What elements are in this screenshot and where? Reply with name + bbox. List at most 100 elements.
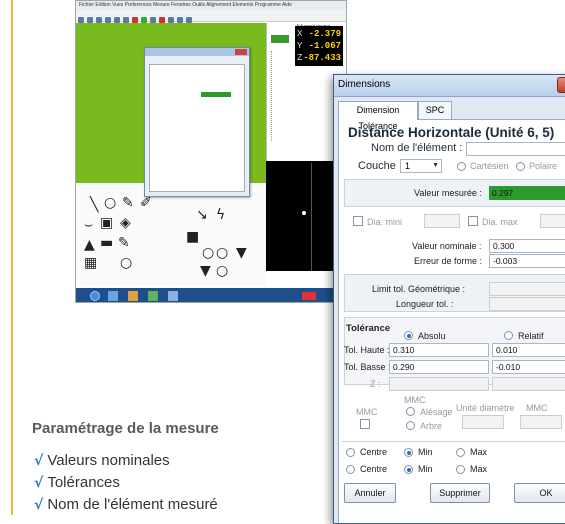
unit-diameter-label: Unité diamètre xyxy=(456,403,515,413)
pen-tool-icon[interactable]: ✎ xyxy=(122,195,134,211)
tol-high-rel-input[interactable]: 0.010 xyxy=(492,343,565,357)
tol-low-abs-input[interactable]: 0.290 xyxy=(389,360,489,374)
tolerance-label: Tolérance xyxy=(346,323,391,334)
z-abs-input[interactable] xyxy=(389,377,489,391)
relative-label: Relatif xyxy=(518,331,544,341)
polar-label: Polaire xyxy=(529,161,558,171)
absolute-radio[interactable] xyxy=(404,331,413,340)
z-rel-input[interactable] xyxy=(492,377,565,391)
mmc-col-label: MMC xyxy=(526,403,548,413)
caption-item: √ Tolérances xyxy=(34,474,120,491)
tol-low-rel-input[interactable]: -0.010 xyxy=(492,360,565,374)
tab-dimension-tolerance[interactable]: Dimension Tolérance xyxy=(338,101,418,131)
dimensions-dialog: Dimensions Dimension Tolérance SPC Dista… xyxy=(333,74,565,524)
cursor-tool-icon[interactable]: ↘ xyxy=(196,207,208,223)
length-tol-label: Longueur tol. : xyxy=(396,299,454,309)
min-radio-1[interactable] xyxy=(404,448,413,457)
arrow-tool-icon[interactable]: ▼ xyxy=(200,263,211,279)
cartesian-radio[interactable] xyxy=(457,162,466,171)
separator xyxy=(342,441,565,442)
tol-high-abs-input[interactable]: 0.310 xyxy=(389,343,489,357)
dia-min-input[interactable] xyxy=(424,214,460,228)
bore-radio[interactable] xyxy=(406,407,415,416)
accent-line xyxy=(11,0,13,515)
tol-high-label: Tol. Haute : xyxy=(344,345,390,355)
mmc-label: MMC xyxy=(356,407,378,417)
app-toolbar[interactable] xyxy=(76,10,346,23)
check-icon: √ xyxy=(34,453,44,469)
edit-tool-icon[interactable]: ✎ xyxy=(118,235,130,251)
shape-tool-icon[interactable]: ◈ xyxy=(120,215,131,231)
centre-label-2: Centre xyxy=(360,464,388,474)
brush-tool-icon[interactable]: ✐ xyxy=(140,195,152,211)
cartesian-label: Cartésien xyxy=(470,161,509,171)
tol-low-label: Tol. Basse : xyxy=(344,362,391,372)
dialog-titlebar[interactable]: Dimensions xyxy=(334,75,565,97)
tool-palette[interactable]: ╲ ○ ✎ ✐ ⌣ ▣ ◈ ▲ ▬ ✎ ▦ ○ ↘ ϟ ■ ○ ○ ▼ ▼ ○ xyxy=(76,183,266,286)
nominal-label: Valeur nominale : xyxy=(412,241,482,251)
centre-label-1: Centre xyxy=(360,447,388,457)
nominal-input[interactable]: 0.300 xyxy=(489,239,565,253)
dash-tool-icon[interactable]: ▬ xyxy=(100,235,113,251)
cancel-button[interactable]: Annuler xyxy=(344,483,396,503)
box-tool-icon[interactable]: ▣ xyxy=(100,215,113,231)
centre-radio-2[interactable] xyxy=(346,465,355,474)
ring3-tool-icon[interactable]: ○ xyxy=(216,245,228,261)
small-dimensions-dialog xyxy=(144,47,250,197)
tree-radio[interactable] xyxy=(406,421,415,430)
tree-label: Arbre xyxy=(420,421,443,431)
mmc-checkbox[interactable] xyxy=(360,419,370,429)
dia-max-checkbox[interactable] xyxy=(468,216,478,226)
relative-radio[interactable] xyxy=(504,331,513,340)
max-radio-2[interactable] xyxy=(456,465,465,474)
min-radio-2[interactable] xyxy=(404,465,413,474)
dro-readout: X -2.379 Y -1.067 Z -87.433 xyxy=(295,26,343,66)
ring-tool-icon[interactable]: ○ xyxy=(120,255,132,271)
dia-max-input[interactable] xyxy=(540,214,565,228)
ok-button[interactable]: OK xyxy=(514,483,565,503)
taskbar[interactable] xyxy=(76,288,346,302)
dia-min-label: Dia. mini xyxy=(367,217,403,227)
bolt-tool-icon[interactable]: ϟ xyxy=(216,207,225,223)
element-name-input[interactable] xyxy=(466,142,565,156)
grid-tool-icon[interactable]: ▦ xyxy=(84,255,97,271)
ring4-tool-icon[interactable]: ○ xyxy=(216,263,228,279)
layer-label: Couche xyxy=(358,160,396,172)
unit-diameter-input[interactable] xyxy=(462,415,504,429)
curve-tool-icon[interactable]: ⌣ xyxy=(84,217,93,233)
polar-radio[interactable] xyxy=(516,162,525,171)
form-error-input[interactable]: -0.003 xyxy=(489,254,565,268)
max-label-1: Max xyxy=(470,447,488,457)
ring2-tool-icon[interactable]: ○ xyxy=(202,245,214,261)
mmc-group-label: MMC xyxy=(404,395,426,405)
form-error-label: Erreur de forme : xyxy=(414,256,483,266)
geom-limit-input[interactable] xyxy=(489,282,565,296)
shield-tool-icon[interactable]: ▼ xyxy=(236,245,247,261)
length-tol-input[interactable] xyxy=(489,297,565,311)
triangle-tool-icon[interactable]: ▲ xyxy=(84,237,95,253)
dia-min-checkbox[interactable] xyxy=(353,216,363,226)
dialog-title: Dimensions xyxy=(338,79,391,90)
line-tool-icon[interactable]: ╲ xyxy=(90,197,98,213)
delete-button[interactable]: Supprimer xyxy=(430,483,490,503)
centre-radio-1[interactable] xyxy=(346,448,355,457)
blue-tool-icon[interactable]: ■ xyxy=(186,229,199,245)
tab-spc[interactable]: SPC xyxy=(418,101,452,119)
measured-label: Valeur mesurée : xyxy=(414,188,482,198)
max-radio-1[interactable] xyxy=(456,448,465,457)
min-label-1: Min xyxy=(418,447,433,457)
min-label-2: Min xyxy=(418,464,433,474)
geom-limit-label: Limit tol. Géométrique : xyxy=(372,284,466,294)
bore-label: Alésage xyxy=(420,407,453,417)
circle-tool-icon[interactable]: ○ xyxy=(104,195,116,211)
app-menubar[interactable]: Fichier Edition Vues Preferences Mesure … xyxy=(76,1,346,10)
check-icon: √ xyxy=(34,497,44,513)
absolute-label: Absolu xyxy=(418,331,446,341)
caption-item: √ Valeurs nominales xyxy=(34,452,170,469)
z-label: Z : xyxy=(370,379,381,389)
measured-value: 0.297 xyxy=(489,186,565,200)
element-name-label: Nom de l'élément : xyxy=(371,142,463,154)
close-button[interactable] xyxy=(557,77,565,93)
mmc-value-input[interactable] xyxy=(520,415,562,429)
layer-select[interactable]: 1 ▼ xyxy=(400,159,442,173)
